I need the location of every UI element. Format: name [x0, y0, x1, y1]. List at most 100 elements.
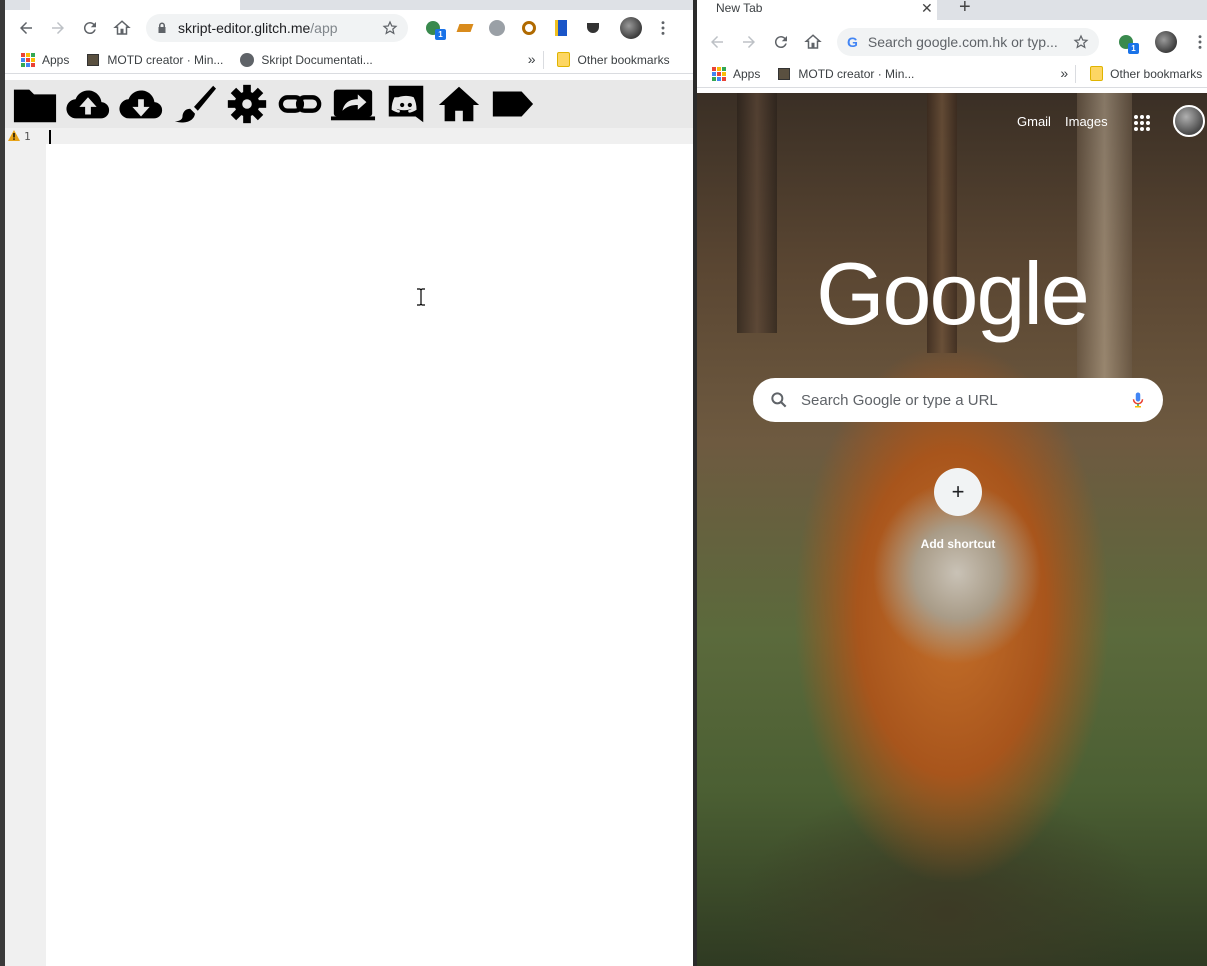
bookmark-other-label: Other bookmarks [1110, 66, 1203, 81]
star-icon[interactable] [1073, 34, 1089, 50]
apps-grid-icon [711, 66, 727, 82]
q-ring-icon [522, 21, 536, 35]
extension-q[interactable] [516, 15, 542, 41]
bookmark-apps-label: Apps [733, 66, 761, 81]
line-gutter [5, 144, 46, 966]
home-button[interactable] [106, 13, 138, 43]
arrow-left-icon [20, 22, 32, 34]
omnibox[interactable]: skript-editor.glitch.me/app [146, 14, 408, 42]
bookmark-other-label: Other bookmarks [577, 52, 670, 67]
minecraft-block-icon [85, 52, 101, 68]
bookmark-skript-label: Skript Documentati... [261, 52, 373, 67]
cloud-upload-icon [65, 90, 109, 119]
editor-toolbar [5, 80, 693, 128]
warning-icon [8, 130, 20, 141]
discord-button[interactable] [379, 80, 432, 128]
google-logo: Google [816, 244, 1090, 343]
account-avatar[interactable] [1173, 105, 1205, 137]
blue-bar-icon [555, 20, 567, 36]
settings-button[interactable] [220, 80, 273, 128]
active-tab[interactable] [30, 0, 240, 10]
text-cursor-icon [417, 288, 425, 306]
forward-button[interactable] [42, 13, 74, 43]
extension-orange[interactable] [452, 15, 478, 41]
code-editor-area[interactable] [46, 144, 693, 966]
search-icon [771, 392, 787, 408]
bookmark-skript[interactable]: Skript Documentati... [239, 52, 373, 68]
forward-button[interactable] [733, 27, 765, 57]
bookmarks-overflow[interactable]: » [1060, 65, 1068, 81]
navigation-bar: skript-editor.glitch.me/app 1 [0, 10, 693, 46]
omnibox-placeholder: Search google.com.hk or typ... [867, 34, 1058, 50]
url-host: skript-editor.glitch.me [178, 20, 311, 36]
line-number: 1 [24, 130, 31, 143]
kebab-menu-icon [661, 21, 665, 35]
extension-cup[interactable] [580, 15, 606, 41]
text-caret [49, 130, 51, 144]
discord-grey-icon [489, 20, 505, 36]
tag-button[interactable] [485, 80, 538, 128]
extension-green-circle[interactable]: 1 [1113, 29, 1139, 55]
link-icon [278, 95, 321, 113]
left-browser-window: skript-editor.glitch.me/app 1 Apps MOTD … [0, 0, 693, 966]
open-file-button[interactable] [8, 80, 61, 128]
upload-button[interactable] [61, 80, 114, 128]
lock-icon [158, 22, 166, 33]
bookmarks-overflow[interactable]: » [528, 51, 536, 67]
google-apps-icon[interactable] [1134, 115, 1150, 131]
reload-button[interactable] [765, 27, 797, 57]
bookmark-motd-label: MOTD creator · Min... [798, 66, 915, 81]
tab-strip: New Tab ✕ + [697, 0, 1207, 20]
folder-icon [13, 89, 56, 123]
home-page-button[interactable] [432, 80, 485, 128]
add-shortcut-button[interactable]: + [934, 468, 982, 516]
gmail-link[interactable]: Gmail [1017, 114, 1051, 129]
download-button[interactable] [114, 80, 167, 128]
new-tab-page: Gmail Images Google Search Google or typ… [697, 93, 1207, 966]
back-button[interactable] [10, 13, 42, 43]
new-tab-button[interactable]: + [959, 0, 971, 19]
home-button[interactable] [797, 27, 829, 57]
bookmark-apps[interactable]: Apps [20, 52, 69, 68]
link-button[interactable] [273, 80, 326, 128]
apps-grid-icon [20, 52, 36, 68]
extension-green-circle[interactable]: 1 [420, 15, 446, 41]
search-placeholder: Search Google or type a URL [801, 391, 998, 409]
extension-blue[interactable] [548, 15, 574, 41]
chrome-menu-button[interactable] [656, 13, 670, 43]
reload-button[interactable] [74, 13, 106, 43]
url-path: /app [310, 20, 338, 36]
tab-close-icon[interactable]: ✕ [921, 0, 933, 17]
bookmark-motd[interactable]: MOTD creator · Min... [85, 52, 223, 68]
bookmark-other[interactable]: Other bookmarks [556, 52, 670, 68]
extension-discord[interactable] [484, 15, 510, 41]
star-icon[interactable] [382, 20, 398, 36]
paint-brush-icon [174, 85, 216, 123]
home-icon [438, 86, 479, 122]
globe-icon [239, 52, 255, 68]
bookmark-other[interactable]: Other bookmarks [1088, 66, 1202, 82]
back-button[interactable] [701, 27, 733, 57]
profile-avatar[interactable] [620, 17, 642, 39]
microphone-icon[interactable] [1129, 390, 1147, 410]
add-shortcut-label: Add shortcut [920, 537, 996, 551]
profile-avatar[interactable] [1155, 31, 1177, 53]
arrow-right-icon [52, 22, 64, 34]
extension-badge: 1 [435, 29, 446, 40]
theme-button[interactable] [167, 80, 220, 128]
gear-icon [227, 84, 266, 124]
chrome-menu-button[interactable] [1193, 27, 1207, 57]
tab-new-tab[interactable]: New Tab [697, 0, 937, 20]
right-browser-window: New Tab ✕ + G Search google.com.hk or ty… [697, 0, 1207, 966]
omnibox[interactable]: G Search google.com.hk or typ... [837, 28, 1099, 56]
tag-icon [492, 91, 533, 117]
bookmarks-bar: Apps MOTD creator · Min... » Other bookm… [697, 60, 1207, 88]
ntp-search-box[interactable]: Search Google or type a URL [753, 378, 1163, 422]
extension-badge: 1 [1128, 43, 1139, 54]
google-g-icon: G [847, 34, 858, 50]
folder-icon [556, 52, 572, 68]
share-button[interactable] [326, 80, 379, 128]
bookmark-motd[interactable]: MOTD creator · Min... [776, 66, 914, 82]
bookmark-apps[interactable]: Apps [711, 66, 760, 82]
images-link[interactable]: Images [1065, 114, 1108, 129]
